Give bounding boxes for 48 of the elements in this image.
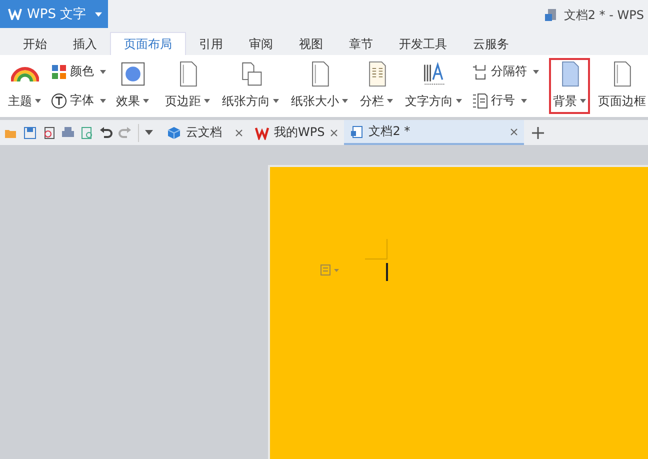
document-icon xyxy=(350,124,364,138)
dropdown-caret-icon xyxy=(95,12,102,16)
undo-icon[interactable] xyxy=(99,126,113,140)
cube-icon xyxy=(167,126,181,140)
ribbon-button[interactable]: 主题 xyxy=(4,58,45,114)
ribbon-button[interactable]: 纸张大小 xyxy=(287,58,352,114)
document-icon xyxy=(544,8,558,22)
ribbon-button[interactable]: 文字方向 xyxy=(401,58,466,114)
color-grid-icon xyxy=(51,64,67,80)
ribbon-small-button[interactable]: 颜色 xyxy=(49,60,108,84)
ribbon-button[interactable]: 页边距 xyxy=(161,58,214,114)
ribbon-button[interactable]: 页面边框 xyxy=(594,58,648,114)
tab-list-caret-icon[interactable] xyxy=(145,130,153,135)
menu-tab[interactable]: 页面布局 xyxy=(110,32,186,55)
ribbon-small-button[interactable]: 分隔符 xyxy=(470,60,541,84)
window-title: 文档2 * - WPS xyxy=(564,6,644,24)
print-preview-icon[interactable] xyxy=(80,126,94,140)
menu-tab[interactable]: 插入 xyxy=(60,33,110,55)
close-icon[interactable] xyxy=(235,128,243,136)
line-numbers-icon xyxy=(472,92,488,108)
ribbon-button[interactable]: 背景 xyxy=(549,58,590,114)
save-icon[interactable] xyxy=(23,126,37,140)
circle-effect-icon xyxy=(118,61,146,87)
new-tab-plus-icon[interactable] xyxy=(532,126,544,138)
ribbon-small-button[interactable]: 字体 xyxy=(49,88,108,112)
font-circle-icon xyxy=(51,92,67,108)
export-document-icon[interactable] xyxy=(42,126,56,140)
document-tab[interactable]: 文档2 * xyxy=(344,120,524,145)
wps-w-icon xyxy=(255,126,269,140)
menu-tab[interactable]: 审阅 xyxy=(236,33,286,55)
menu-tab[interactable]: 章节 xyxy=(336,33,386,55)
document-tab[interactable]: 我的WPS xyxy=(249,120,344,145)
close-icon[interactable] xyxy=(510,128,518,136)
menu-tab[interactable]: 视图 xyxy=(286,33,336,55)
menu-tab[interactable]: 开发工具 xyxy=(386,33,460,55)
menu-tab[interactable]: 云服务 xyxy=(460,33,522,55)
close-icon[interactable] xyxy=(330,128,338,136)
page-break-icon xyxy=(472,64,488,80)
app-menu-button[interactable]: WPS 文字 xyxy=(0,0,108,28)
wps-logo-icon xyxy=(8,8,22,20)
ribbon-small-button[interactable]: 行号 xyxy=(470,88,541,112)
ribbon-button[interactable]: 效果 xyxy=(112,58,153,114)
ribbon-button[interactable]: 分栏 xyxy=(356,58,397,114)
menu-tab[interactable]: 开始 xyxy=(10,33,60,55)
print-icon[interactable] xyxy=(61,126,75,140)
ribbon-button[interactable]: 纸张方向 xyxy=(218,58,283,114)
document-tab[interactable]: 云文档 xyxy=(161,120,249,145)
menu-tab[interactable]: 引用 xyxy=(186,33,236,55)
